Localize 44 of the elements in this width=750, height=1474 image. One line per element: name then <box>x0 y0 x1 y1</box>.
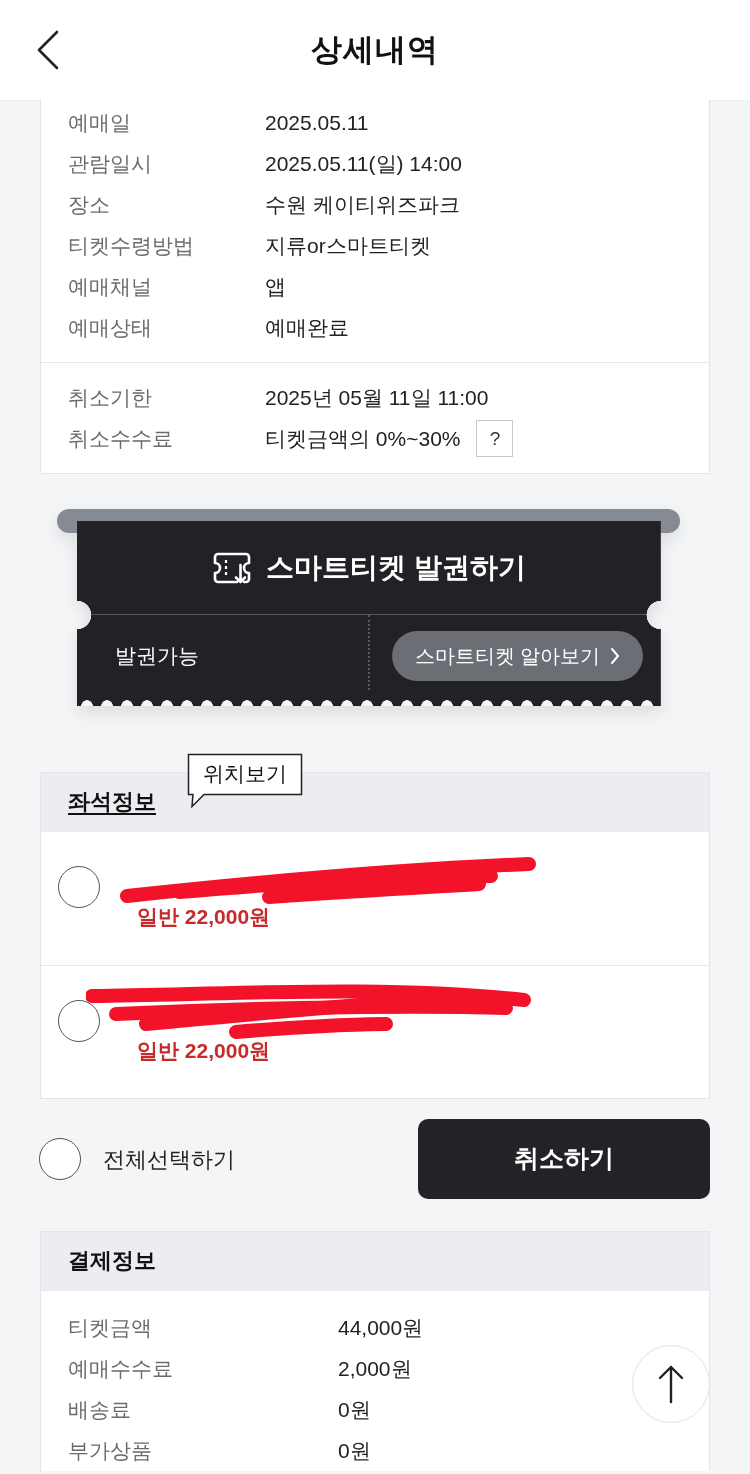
info-value: 2025.05.11 <box>265 109 369 136</box>
info-label: 티켓수령방법 <box>68 232 195 259</box>
ticket-card[interactable]: 스마트티켓 발권하기 발권가능 스마트티켓 알아보기 <box>77 521 661 706</box>
location-tooltip[interactable]: 위치보기 <box>187 753 303 808</box>
info-value: 44,000원 <box>338 1314 424 1341</box>
info-value: 예매완료 <box>265 314 349 341</box>
seat-radio[interactable] <box>58 1000 100 1042</box>
info-value: 0원 <box>338 1396 371 1423</box>
info-label: 예매수수료 <box>68 1355 174 1382</box>
cancel-button[interactable]: 취소하기 <box>418 1119 710 1199</box>
info-value: 2,000원 <box>338 1355 412 1382</box>
info-label: 부가상품 <box>68 1437 153 1464</box>
info-value: 수원 케이티위즈파크 <box>265 191 460 218</box>
info-value: 앱 <box>265 273 286 300</box>
seat-price: 일반 22,000원 <box>137 1038 271 1064</box>
issue-smart-ticket-title: 스마트티켓 발권하기 <box>266 550 526 585</box>
info-label: 예매상태 <box>68 314 153 341</box>
smart-ticket-guide-button[interactable]: 스마트티켓 알아보기 <box>392 630 643 681</box>
info-label: 예매채널 <box>68 273 153 300</box>
info-label: 배송료 <box>68 1396 132 1423</box>
select-all-label[interactable]: 전체선택하기 <box>103 1142 235 1176</box>
help-button[interactable]: ? <box>476 420 514 457</box>
info-label: 취소수수료 <box>68 425 174 452</box>
up-arrow-icon <box>657 1364 685 1404</box>
info-value: 2025년 05월 11일 11:00 <box>265 384 489 411</box>
ticket-download-icon <box>212 550 253 585</box>
info-label: 관람일시 <box>68 150 153 177</box>
seat-radio[interactable] <box>58 866 100 908</box>
info-value: 티켓금액의 0%~30% <box>265 425 461 452</box>
info-label: 장소 <box>68 191 111 218</box>
info-value: 0원 <box>338 1437 371 1464</box>
info-label: 티켓금액 <box>68 1314 153 1341</box>
payment-title: 결제정보 <box>68 1248 156 1275</box>
back-button[interactable] <box>36 29 60 71</box>
page-title: 상세내역 <box>310 31 440 69</box>
select-all-radio[interactable] <box>39 1138 81 1180</box>
info-value: 2025.05.11(일) 14:00 <box>265 150 462 177</box>
info-label: 예매일 <box>68 109 132 136</box>
seat-info-link[interactable]: 좌석정보 <box>68 789 156 816</box>
info-label: 취소기한 <box>68 384 153 411</box>
info-value: 지류or스마트티켓 <box>265 232 431 259</box>
seat-price: 일반 22,000원 <box>137 904 271 930</box>
chevron-right-icon <box>610 646 621 665</box>
issue-status: 발권가능 <box>115 642 200 669</box>
